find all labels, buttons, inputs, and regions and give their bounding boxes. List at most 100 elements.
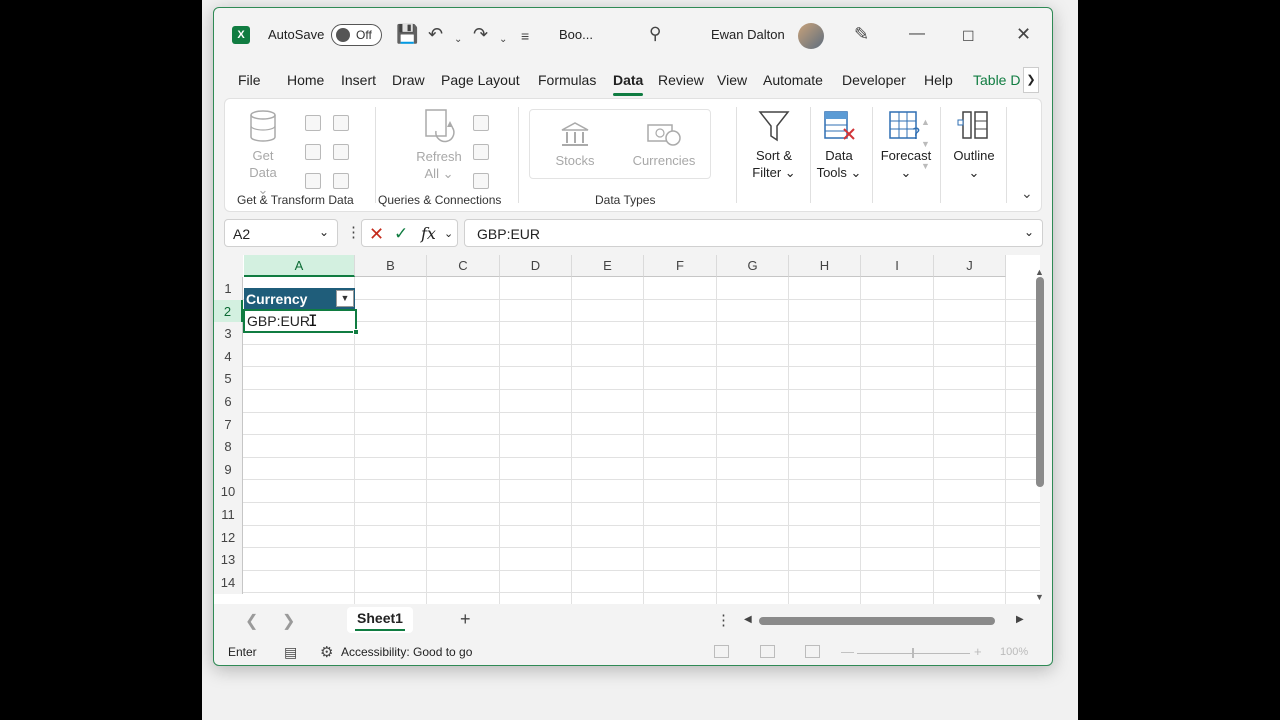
scroll-down-icon[interactable]: ▼ [1035,592,1044,602]
tab-file[interactable]: File [238,72,261,88]
search-icon[interactable]: ⚲ [649,24,661,44]
tab-view[interactable]: View [717,72,747,88]
row-header-13[interactable]: 13 [214,548,243,572]
data-tools-button[interactable]: Data Tools ⌄ [811,109,867,181]
row-header-3[interactable]: 3 [214,322,243,346]
tab-review[interactable]: Review [658,72,704,88]
enter-check-icon[interactable]: ✓ [394,224,408,244]
currencies-button[interactable]: Currencies [626,120,702,169]
outline-button[interactable]: Outline ⌄ [943,109,1005,181]
tab-scroll-right-icon[interactable]: ❯ [1023,67,1039,93]
get-data-button[interactable]: Get Data ⌄ [243,109,283,198]
sheet-prev-icon[interactable]: ❮ [245,611,258,631]
tab-insert[interactable]: Insert [341,72,376,88]
scroll-up-icon[interactable]: ▲ [1035,267,1044,277]
select-all-corner[interactable] [214,255,243,277]
add-sheet-icon[interactable]: + [460,609,471,630]
tab-developer[interactable]: Developer [842,72,906,88]
chevron-down-icon[interactable]: ⌄ [444,227,453,240]
row-header-2[interactable]: 2 [214,299,243,323]
row-header-6[interactable]: 6 [214,390,243,413]
name-box[interactable]: A2 ⌄ [224,219,338,247]
stocks-button[interactable]: Stocks [544,120,606,169]
active-cell[interactable]: GBP:EUR [243,309,359,335]
insert-function-icon[interactable]: fx [421,224,436,243]
pen-icon[interactable]: ✎ [854,24,869,44]
row-header-1[interactable]: 1 [214,277,243,300]
from-picture-icon[interactable] [305,173,321,189]
collapse-ribbon-icon[interactable]: ⌄ [1021,185,1033,202]
fill-handle[interactable] [353,329,359,335]
column-header-f[interactable]: F [644,255,717,277]
row-header-4[interactable]: 4 [214,344,243,368]
undo-icon[interactable]: ↶ [428,24,443,44]
document-title[interactable]: Boo... [559,27,593,42]
tab-data[interactable]: Data [613,72,644,96]
zoom-slider-thumb[interactable] [912,648,914,658]
avatar[interactable] [798,23,824,49]
more-sheets-icon[interactable]: ⋮ [716,611,731,629]
maximize-icon[interactable]: ☐ [962,26,975,46]
vertical-scrollbar[interactable]: ▲ ▼ [1032,255,1048,604]
customize-quick-access-icon[interactable]: ≡ [521,26,529,46]
tab-table-design[interactable]: Table D [973,72,1023,88]
row-header-14[interactable]: 14 [214,570,243,594]
queries-connections-icon[interactable] [473,115,489,131]
forecast-button[interactable]: ? Forecast ⌄ [875,109,937,181]
more-options-icon[interactable]: ⋮ [346,223,361,241]
properties-icon[interactable] [473,144,489,160]
refresh-all-button[interactable]: Refresh All ⌄ [409,107,469,182]
macro-record-icon[interactable]: ▤ [284,644,297,661]
column-header-c[interactable]: C [427,255,500,277]
zoom-out-icon[interactable]: — [841,644,854,659]
user-name[interactable]: Ewan Dalton [711,27,785,42]
column-header-e[interactable]: E [572,255,644,277]
cancel-icon[interactable]: ✕ [369,224,384,245]
row-header-5[interactable]: 5 [214,367,243,391]
tab-page-layout[interactable]: Page Layout [441,72,520,88]
page-break-view-icon[interactable] [805,645,820,658]
column-header-d[interactable]: D [500,255,572,277]
row-header-7[interactable]: 7 [214,412,243,436]
scroll-right-icon[interactable]: ▶ [1016,614,1024,625]
zoom-in-icon[interactable]: + [974,644,982,659]
close-icon[interactable]: ✕ [1016,24,1031,44]
column-header-a[interactable]: A [244,255,355,277]
tab-formulas[interactable]: Formulas [538,72,596,88]
column-header-g[interactable]: G [717,255,789,277]
scroll-left-icon[interactable]: ◀ [744,614,752,625]
minimize-icon[interactable]: — [909,24,925,44]
from-text-icon[interactable] [305,115,321,131]
existing-connections-icon[interactable] [333,173,349,189]
accessibility-status[interactable]: Accessibility: Good to go [341,645,472,659]
redo-dropdown-icon[interactable]: ⌄ [499,30,507,50]
formula-input[interactable]: GBP:EUR ⌄ [464,219,1043,247]
redo-icon[interactable]: ↷ [473,24,488,44]
worksheet-grid[interactable]: ABCDEFGHIJ 1 2 3 4 5 6 7 8 9 10 11 12 13 14 Currency … [214,255,1040,604]
save-icon[interactable]: 💾 [396,24,418,44]
recent-sources-icon[interactable] [333,144,349,160]
row-header-8[interactable]: 8 [214,435,243,459]
edit-links-icon[interactable] [473,173,489,189]
from-table-icon[interactable] [305,144,321,160]
undo-dropdown-icon[interactable]: ⌄ [454,30,462,50]
tab-help[interactable]: Help [924,72,953,88]
sheet-next-icon[interactable]: ❯ [282,611,295,631]
row-header-12[interactable]: 12 [214,525,243,549]
column-header-b[interactable]: B [355,255,427,277]
row-header-11[interactable]: 11 [214,503,243,526]
page-layout-view-icon[interactable] [760,645,775,658]
column-header-j[interactable]: J [934,255,1006,277]
sheet-tab-sheet1[interactable]: Sheet1 [347,607,413,633]
tab-home[interactable]: Home [287,72,324,88]
row-header-10[interactable]: 10 [214,480,243,504]
column-header-h[interactable]: H [789,255,861,277]
accessibility-icon[interactable]: ⚙ [320,643,333,661]
sort-filter-button[interactable]: Sort & Filter ⌄ [742,109,806,181]
column-header-i[interactable]: I [861,255,934,277]
filter-dropdown-icon[interactable]: ▼ [336,290,354,307]
from-web-icon[interactable] [333,115,349,131]
row-header-9[interactable]: 9 [214,457,243,481]
vertical-scroll-thumb[interactable] [1036,277,1044,487]
tab-draw[interactable]: Draw [392,72,425,88]
